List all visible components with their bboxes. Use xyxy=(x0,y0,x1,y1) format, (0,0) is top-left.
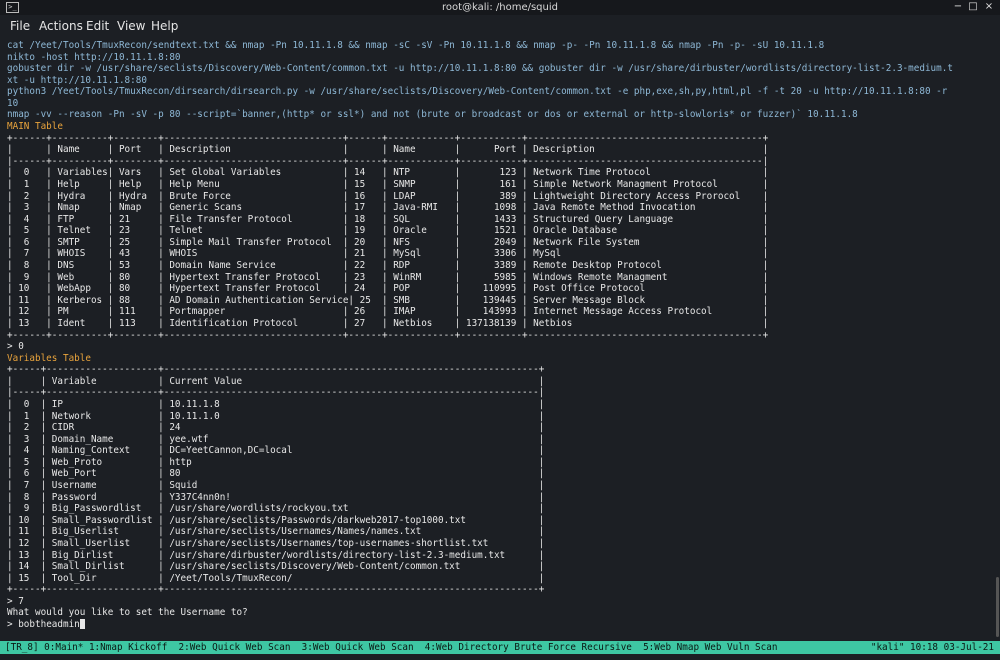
terminal-line: +------+----------+--------+------------… xyxy=(7,132,769,144)
window-bottom-edge xyxy=(0,654,1000,660)
tmux-window-list[interactable]: [TR_8] 0:Main* 1:Nmap Kickoff 2:Web Quic… xyxy=(5,641,777,654)
terminal-line: MAIN Table xyxy=(7,121,63,133)
terminal-line: xt -u http://10.11.1.8:80 xyxy=(7,74,147,86)
terminal-line: | 11 | Big_Userlist | /usr/share/seclist… xyxy=(7,526,545,538)
terminal-line: Variables Table xyxy=(7,352,91,364)
terminal-line: > 0 xyxy=(7,341,24,353)
terminal-line: What would you like to set the Username … xyxy=(7,607,248,619)
terminal-line: +-----+--------------------+------------… xyxy=(7,364,545,376)
window-title: root@kali: /home/squid xyxy=(441,2,558,13)
terminal-line: | 0 | Variables| Vars | Set Global Varia… xyxy=(7,167,769,179)
menu-help[interactable]: Help xyxy=(151,19,178,33)
terminal-line: | 7 | WHOIS | 43 | WHOIS | 21 | MySql | … xyxy=(7,248,769,260)
terminal-line: | 12 | Small_Userlist | /usr/share/secli… xyxy=(7,537,545,549)
terminal-line: python3 /Yeet/Tools/TmuxRecon/dirsearch/… xyxy=(7,86,948,98)
maximize-button[interactable]: □ xyxy=(967,1,979,13)
terminal-line: | 15 | Tool_Dir | /Yeet/Tools/TmuxRecon/… xyxy=(7,572,545,584)
terminal-line: | 13 | Big_Dirlist | /usr/share/dirbuste… xyxy=(7,549,545,561)
text-cursor xyxy=(79,619,85,629)
terminal-line: +------+----------+--------+------------… xyxy=(7,329,769,341)
close-button[interactable]: × xyxy=(983,1,995,13)
terminal-line: | 10 | WebApp | 80 | Hypertext Transfer … xyxy=(7,283,769,295)
terminal-line: nikto -host http://10.11.1.8:80 xyxy=(7,51,181,63)
minimize-button[interactable]: − xyxy=(952,1,964,13)
window-titlebar: >_ root@kali: /home/squid − □ × xyxy=(0,0,1000,15)
command-input[interactable]: bobtheadmin xyxy=(18,619,80,630)
terminal-line: | 6 | SMTP | 25 | Simple Mail Transfer P… xyxy=(7,236,769,248)
tmux-status-right: "kali" 10:18 03-Jul-21 xyxy=(870,642,994,653)
terminal-line: | 1 | Help | Help | Help Menu | 15 | SNM… xyxy=(7,178,769,190)
terminal-line: |-----+--------------------+------------… xyxy=(7,387,545,399)
terminal-line: 10 xyxy=(7,97,19,109)
terminal-line: | 12 | PM | 111 | Portmapper | 26 | IMAP… xyxy=(7,306,769,318)
terminal-line: | 11 | Kerberos | 88 | AD Domain Authent… xyxy=(7,294,769,306)
menu-bar: File Actions Edit View Help xyxy=(0,15,1000,37)
terminal-output[interactable]: cat /Yeet/Tools/TmuxRecon/sendtext.txt &… xyxy=(0,37,1000,640)
terminal-line: | | Name | Port | Description | | Name |… xyxy=(7,144,769,156)
terminal-line: | 9 | Web | 80 | Hypertext Transfer Prot… xyxy=(7,271,769,283)
terminal-line: | 7 | Username | Squid | xyxy=(7,480,545,492)
scrollbar-thumb[interactable] xyxy=(996,577,999,637)
terminal-line: nmap -vv --reason -Pn -sV -p 80 --script… xyxy=(7,109,858,121)
terminal-line: | 10 | Small_Passwordlist | /usr/share/s… xyxy=(7,514,545,526)
terminal-line: | 6 | Web_Port | 80 | xyxy=(7,468,545,480)
terminal-line: | 2 | Hydra | Hydra | Brute Force | 16 |… xyxy=(7,190,769,202)
terminal-line: gobuster dir -w /usr/share/seclists/Disc… xyxy=(7,63,953,75)
tmux-status-bar: [TR_8] 0:Main* 1:Nmap Kickoff 2:Web Quic… xyxy=(0,641,1000,654)
terminal-line: | 0 | IP | 10.11.1.8 | xyxy=(7,398,545,410)
terminal-line: | 3 | Nmap | Nmap | Generic Scans | 17 |… xyxy=(7,202,769,214)
terminal-scrollbar[interactable] xyxy=(995,37,1000,640)
terminal-line: | 5 | Web_Proto | http | xyxy=(7,456,545,468)
menu-file[interactable]: File xyxy=(10,19,30,33)
terminal-line: | 4 | FTP | 21 | File Transfer Protocol … xyxy=(7,213,769,225)
terminal-line: | 3 | Domain_Name | yee.wtf | xyxy=(7,433,545,445)
terminal-line: > 7 xyxy=(7,595,24,607)
terminal-line: | | Variable | Current Value | xyxy=(7,375,545,387)
terminal-line: | 4 | Naming_Context | DC=YeetCannon,DC=… xyxy=(7,445,545,457)
menu-actions[interactable]: Actions xyxy=(39,19,83,33)
terminal-line: |------+----------+--------+------------… xyxy=(7,155,769,167)
terminal-line: | 1 | Network | 10.11.1.0 | xyxy=(7,410,545,422)
input-prompt: > xyxy=(7,619,19,630)
terminal-line: | 9 | Big_Passwordlist | /usr/share/word… xyxy=(7,503,545,515)
terminal-line: | 14 | Small_Dirlist | /usr/share/seclis… xyxy=(7,561,545,573)
terminal-line: | 2 | CIDR | 24 | xyxy=(7,422,545,434)
terminal-line: | 5 | Telnet | 23 | Telnet | 19 | Oracle… xyxy=(7,225,769,237)
terminal-line: | 8 | Password | Y337C4nn0n! | xyxy=(7,491,545,503)
terminal-line: cat /Yeet/Tools/TmuxRecon/sendtext.txt &… xyxy=(7,40,825,51)
terminal-line: | 13 | Ident | 113 | Identification Prot… xyxy=(7,317,769,329)
command-input-line[interactable]: > bobtheadmin xyxy=(7,619,85,630)
terminal-line: | 8 | DNS | 53 | Domain Name Service | 2… xyxy=(7,260,769,272)
menu-view[interactable]: View xyxy=(117,19,145,33)
menu-edit[interactable]: Edit xyxy=(86,19,109,33)
terminal-line: +-----+--------------------+------------… xyxy=(7,584,545,596)
